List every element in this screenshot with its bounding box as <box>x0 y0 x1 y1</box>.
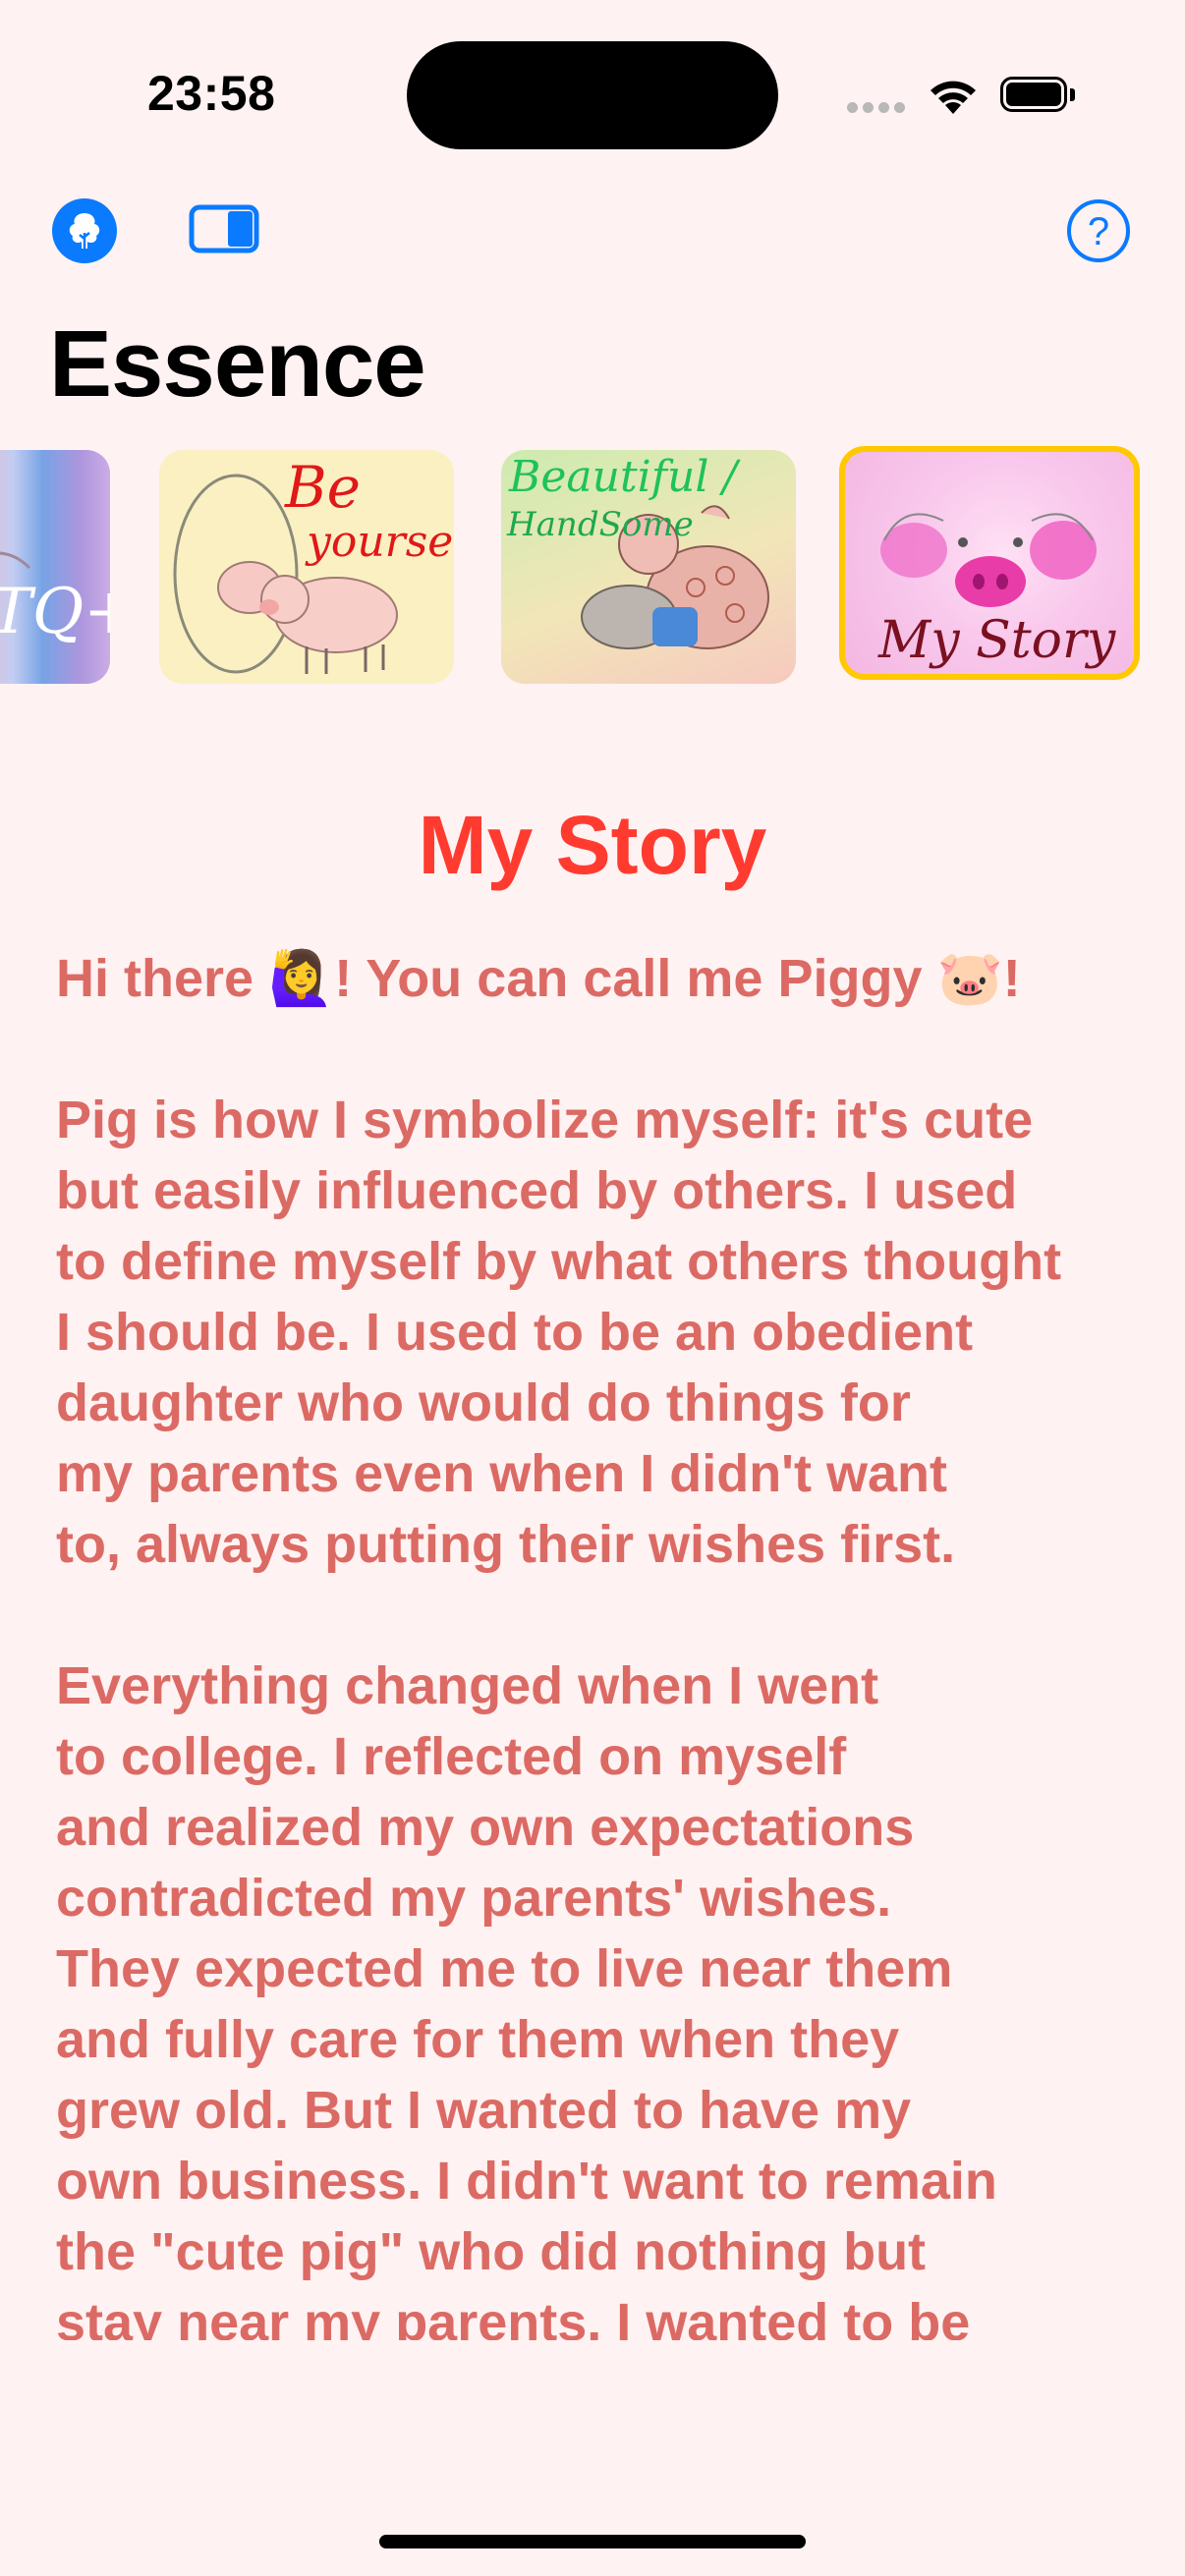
page-title: Essence <box>49 311 426 417</box>
card-my-story-text: My Story <box>878 611 1116 670</box>
card-beautiful-text: Beautiful / <box>509 452 738 502</box>
sidebar-toggle-icon[interactable] <box>189 201 261 256</box>
carousel-card-my-story[interactable]: My Story <box>839 446 1140 680</box>
question-circle-icon: ? <box>1088 210 1109 253</box>
battery-icon <box>1000 77 1077 114</box>
story-body[interactable]: Hi there 🙋‍♀️! You can call me Piggy 🐷! … <box>56 943 1137 2340</box>
card-handsome-text: HandSome <box>507 505 694 544</box>
wifi-icon <box>926 75 981 116</box>
card-yourself-text: yourself <box>307 517 454 567</box>
tree-icon[interactable] <box>51 197 118 264</box>
home-indicator[interactable] <box>379 2535 806 2548</box>
cellular-signal-icon <box>847 102 906 116</box>
help-button[interactable]: ? <box>1065 197 1132 264</box>
story-title: My Story <box>418 799 767 891</box>
status-time: 23:58 <box>147 66 276 121</box>
card-be-text: Be <box>285 454 361 521</box>
carousel-card-beautiful[interactable]: Beautiful / HandSome <box>501 450 796 684</box>
story-paragraph: Hi there 🙋‍♀️! You can call me Piggy 🐷! <box>56 949 1021 1008</box>
carousel-card-be-yourself[interactable]: Be yourself <box>159 450 454 684</box>
dynamic-island <box>407 41 778 149</box>
story-paragraph: Pig is how I symbolize myself: it's cute… <box>56 1091 1062 1574</box>
card-lgbtq-text: TQ+ <box>0 576 110 648</box>
story-paragraph: Everything changed when I went to colleg… <box>56 1656 997 2340</box>
carousel-card-lgbtq[interactable]: TQ+ <box>0 450 110 684</box>
